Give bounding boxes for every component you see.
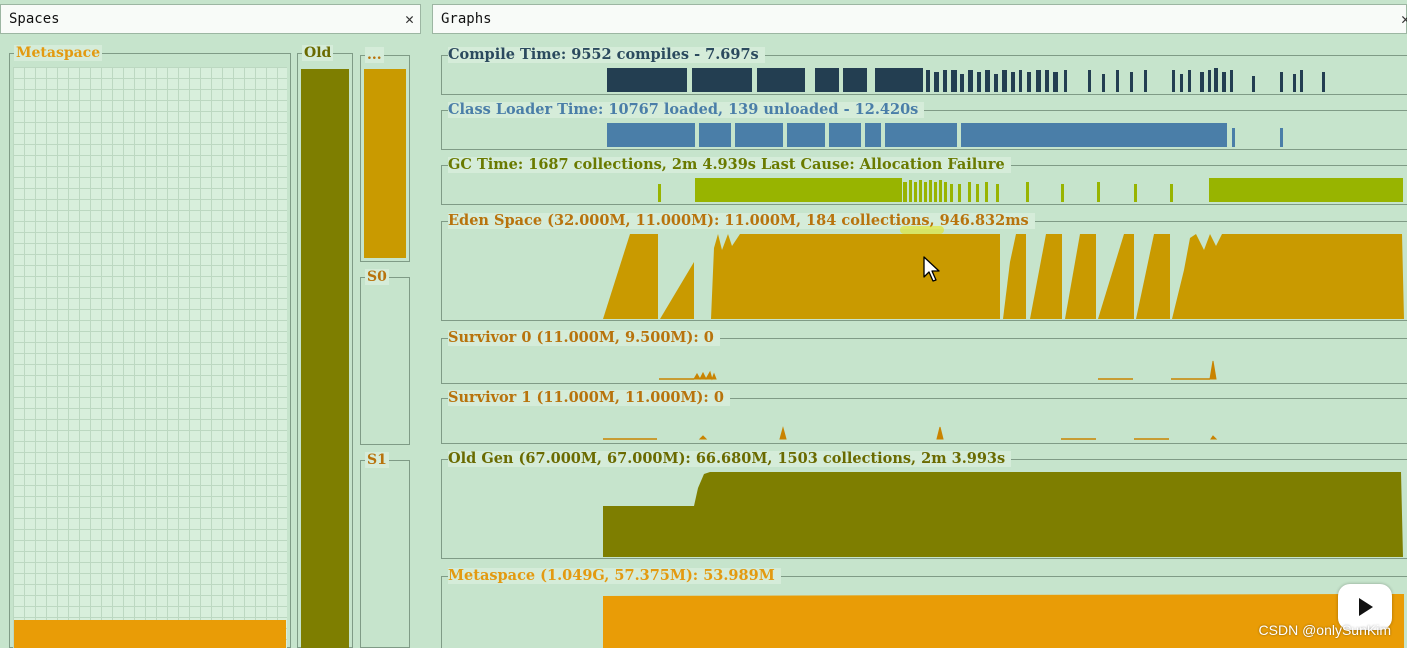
mouse-cursor-icon	[923, 256, 940, 282]
metaspace-graph	[603, 594, 1404, 648]
watermark: CSDN @onlySunKim	[1258, 622, 1391, 638]
